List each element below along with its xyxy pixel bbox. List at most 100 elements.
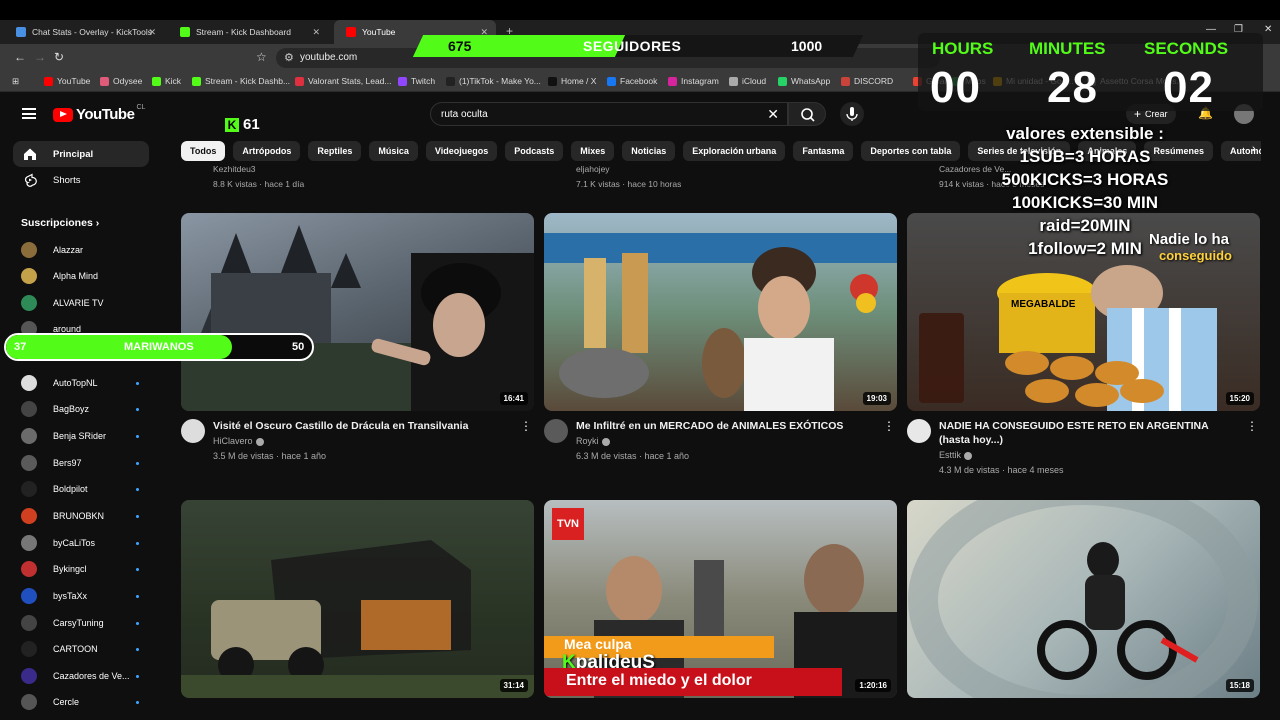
filter-chip[interactable]: Artrópodos: [233, 141, 301, 161]
subscription-item[interactable]: Bers97: [21, 453, 141, 473]
subscription-item[interactable]: Alpha Mind: [21, 266, 141, 286]
back-icon[interactable]: ←: [14, 50, 26, 64]
subscription-label: Cazadores de Ve...: [53, 671, 130, 681]
subscription-label: Boldpilot: [53, 484, 88, 494]
youtube-logo[interactable]: YouTube CL: [53, 104, 145, 123]
subscription-item[interactable]: Boldpilot: [21, 479, 141, 499]
subscription-item[interactable]: AutoTopNL: [21, 373, 141, 393]
video-thumbnail[interactable]: 16:41: [181, 213, 534, 411]
site-info-icon[interactable]: ⚙: [284, 51, 294, 64]
prev-video-channel[interactable]: eljahojey: [576, 164, 610, 174]
subscription-item[interactable]: Alazzar: [21, 240, 141, 260]
bookmark-item[interactable]: Valorant Stats, Lead...: [295, 76, 391, 86]
channel-name[interactable]: HiClavero: [213, 436, 264, 446]
subscription-item[interactable]: ALVARIE TV: [21, 293, 141, 313]
subscription-item[interactable]: BRUNOBKN: [21, 506, 141, 526]
filter-chip[interactable]: Reptiles: [308, 141, 362, 161]
more-options-icon[interactable]: ⋮: [1246, 419, 1258, 433]
verified-icon: [255, 437, 264, 446]
new-content-dot: [136, 700, 139, 704]
video-thumbnail[interactable]: TVN Mea culpa KpalideuS Entre el miedo y…: [544, 500, 897, 698]
subscription-item[interactable]: bysTaXx: [21, 586, 141, 606]
timer-hours: 00: [930, 63, 981, 112]
subathon-timer: HOURS MINUTES SECONDS 00 28 02: [918, 33, 1263, 112]
clear-icon[interactable]: ✕: [767, 106, 779, 123]
bookmark-item[interactable]: Odysee: [100, 76, 142, 86]
subscription-item[interactable]: byCaLiTos: [21, 533, 141, 553]
video-thumbnail[interactable]: 31:14: [181, 500, 534, 698]
bookmark-item[interactable]: WhatsApp: [778, 76, 830, 86]
menu-icon[interactable]: [22, 108, 36, 119]
bookmark-item[interactable]: Instagram: [668, 76, 719, 86]
close-icon[interactable]: ✕: [148, 27, 156, 38]
rule-line: 100KICKS=30 MIN: [1012, 193, 1158, 212]
thumbnail-text: MEGABALDE: [1011, 299, 1076, 310]
subscriptions-title[interactable]: Suscripciones ›: [21, 217, 99, 229]
channel-name[interactable]: Esttik: [939, 450, 973, 460]
subscription-item[interactable]: CARTOON: [21, 639, 141, 659]
bookmark-item[interactable]: Facebook: [607, 76, 657, 86]
prev-video-channel[interactable]: Kezhitdeu3: [213, 164, 256, 174]
channel-avatar: [21, 535, 37, 551]
video-thumbnail[interactable]: 19:03: [544, 213, 897, 411]
tab-chat-stats[interactable]: Chat Stats - Overlay - KickTools ✕: [4, 20, 164, 44]
bookmark-item[interactable]: Kick: [152, 76, 181, 86]
subscription-item[interactable]: Cazadores de Ve...: [21, 666, 141, 686]
window-close-icon[interactable]: ✕: [1264, 24, 1272, 35]
subscription-item[interactable]: Cercle: [21, 692, 141, 712]
filter-chip[interactable]: Deportes con tabla: [861, 141, 961, 161]
timer-label-hours: HOURS: [932, 39, 994, 58]
channel-avatar[interactable]: [907, 419, 931, 443]
sidebar-item-shorts[interactable]: Shorts: [13, 167, 149, 193]
apps-icon[interactable]: ⊞: [12, 76, 19, 87]
filter-chip[interactable]: Videojuegos: [425, 141, 498, 161]
bookmark-item[interactable]: iCloud: [729, 76, 766, 86]
channel-name[interactable]: Royki: [576, 436, 610, 446]
bookmark-favicon-icon: [44, 76, 53, 86]
more-options-icon[interactable]: ⋮: [520, 419, 532, 433]
goal-bar-fill: [6, 335, 233, 359]
forward-icon[interactable]: →: [34, 50, 46, 64]
channel-avatar: [21, 561, 37, 577]
search-input[interactable]: ruta oculta ✕: [430, 102, 788, 126]
video-title[interactable]: NADIE HA CONSEGUIDO ESTE RETO EN ARGENTI…: [939, 419, 1239, 447]
tab-kick-dashboard[interactable]: Stream - Kick Dashboard ✕: [168, 20, 328, 44]
bookmark-icon[interactable]: ☆: [256, 50, 267, 64]
video-title[interactable]: Visité el Oscuro Castillo de Drácula en …: [213, 419, 513, 433]
search-button[interactable]: [788, 102, 826, 126]
subscription-item[interactable]: CarsyTuning: [21, 613, 141, 633]
bookmark-favicon-icon: [446, 76, 455, 86]
filter-chip[interactable]: Todos: [181, 141, 226, 161]
bookmark-item[interactable]: Stream - Kick Dashb...: [192, 76, 290, 86]
reload-icon[interactable]: ↻: [54, 50, 64, 64]
bookmark-item[interactable]: DISCORD: [841, 76, 893, 86]
bookmark-item[interactable]: Home / X: [548, 76, 596, 86]
video-thumbnail[interactable]: 15:18: [907, 500, 1260, 698]
channel-avatar[interactable]: [544, 419, 568, 443]
bookmark-favicon-icon: [295, 76, 304, 86]
video-title[interactable]: Me Infiltré en un MERCADO de ANIMALES EX…: [576, 419, 876, 433]
duration-badge: 31:14: [499, 679, 528, 692]
bookmark-favicon-icon: [841, 76, 850, 86]
bookmark-item[interactable]: YouTube: [44, 76, 90, 86]
sidebar-item-principal[interactable]: Principal: [13, 141, 149, 167]
bookmark-item[interactable]: (1)TikTok - Make Yo...: [446, 76, 541, 86]
filter-chip[interactable]: Música: [369, 141, 418, 161]
filter-chip[interactable]: Mixes: [571, 141, 615, 161]
filter-chip[interactable]: Noticias: [622, 141, 676, 161]
filter-chip[interactable]: Podcasts: [505, 141, 564, 161]
voice-search-button[interactable]: [840, 102, 864, 126]
subscription-label: Alpha Mind: [53, 271, 99, 281]
channel-avatar[interactable]: [181, 419, 205, 443]
filter-chip[interactable]: Fantasma: [793, 141, 854, 161]
more-options-icon[interactable]: ⋮: [883, 419, 895, 433]
close-icon[interactable]: ✕: [312, 27, 320, 38]
filter-chip[interactable]: Exploración urbana: [683, 141, 786, 161]
extension-rules: valores extensible : 1SUB=3 HORAS 500KIC…: [980, 122, 1190, 260]
bookmark-item[interactable]: Twitch: [398, 76, 435, 86]
new-content-dot: [136, 407, 139, 411]
subscription-item[interactable]: Benja SRider: [21, 426, 141, 446]
chevron-right-icon[interactable]: ›: [1252, 143, 1256, 155]
subscription-item[interactable]: Bykingcl: [21, 559, 141, 579]
subscription-item[interactable]: BagBoyz: [21, 399, 141, 419]
